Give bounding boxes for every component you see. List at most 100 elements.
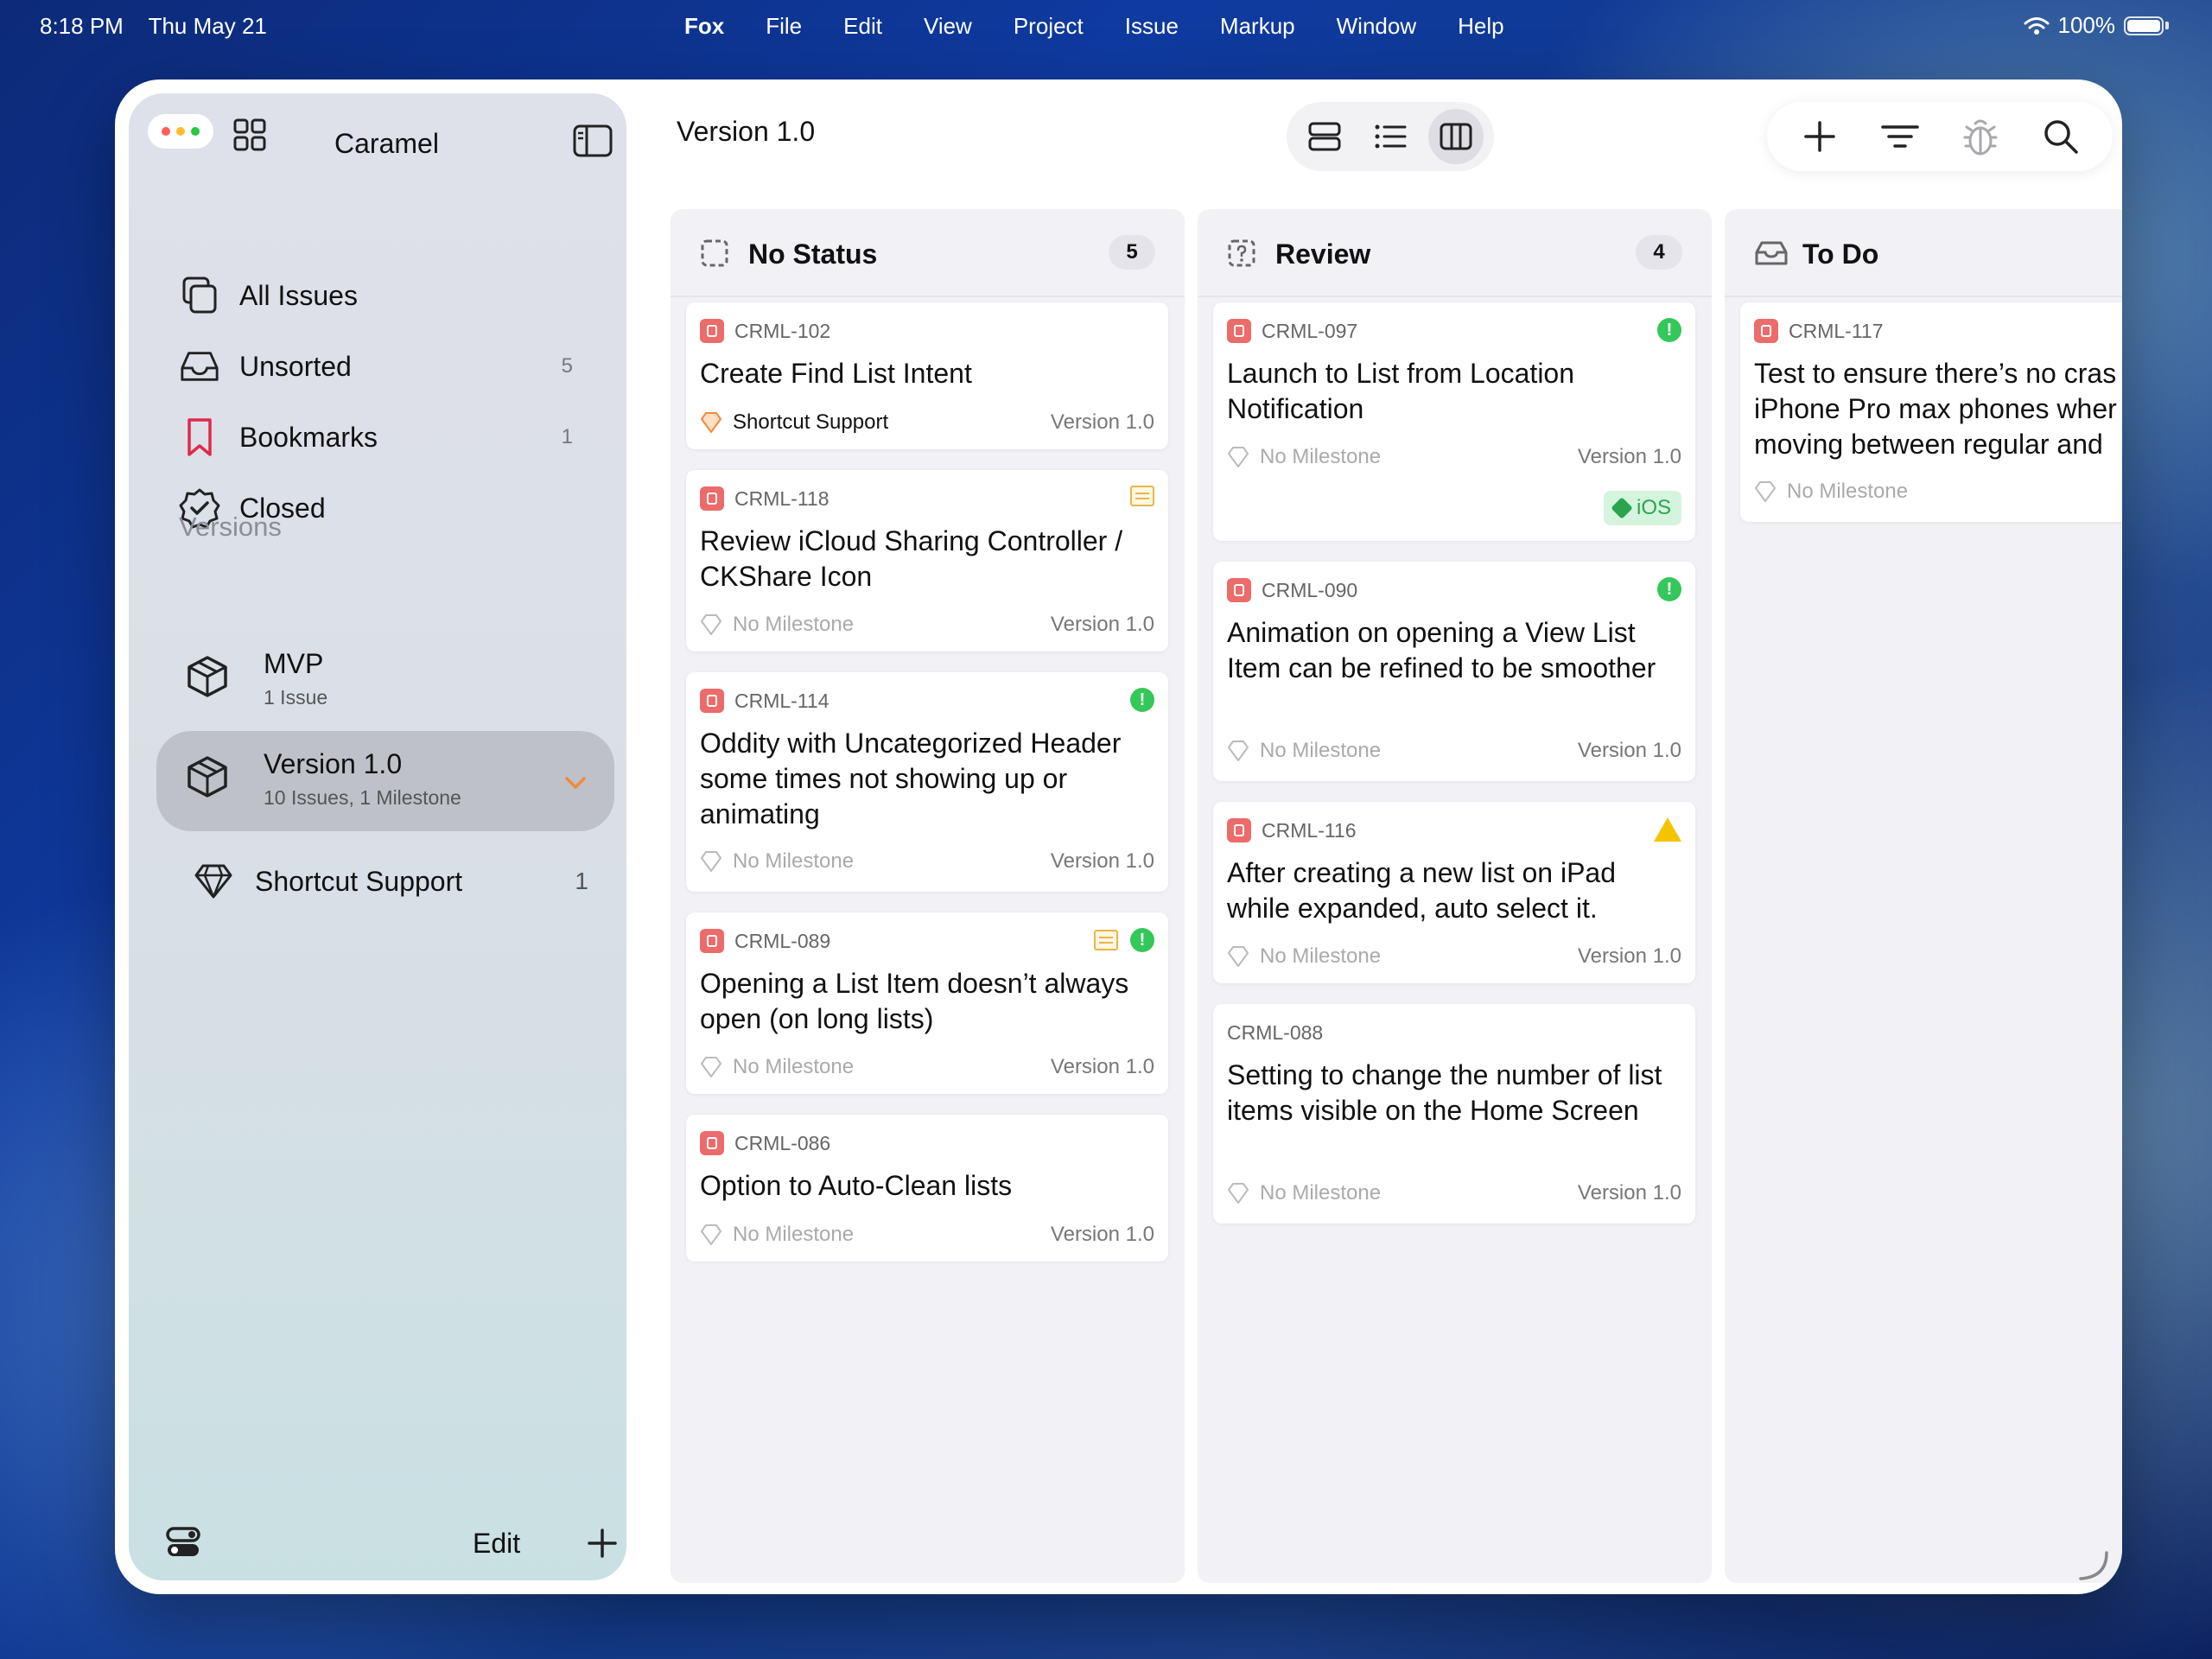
window-controls[interactable] <box>148 114 213 149</box>
issue-id: CRML-117 <box>1789 319 1884 342</box>
issue-card-crml-086[interactable]: CRML-086 Option to Auto-Clean lists No M… <box>686 1115 1168 1262</box>
chevron-down-icon[interactable] <box>564 776 587 790</box>
milestone-diamond-icon <box>701 1224 721 1245</box>
filter-button[interactable] <box>1876 112 1924 161</box>
issue-id: CRML-116 <box>1262 818 1357 842</box>
edit-button[interactable]: Edit <box>473 1528 520 1560</box>
issue-card-crml-097[interactable]: CRML-097 ! Launch to List from Location … <box>1213 302 1695 541</box>
menu-app[interactable]: Fox <box>684 13 724 40</box>
minimize-dot[interactable] <box>176 127 185 136</box>
close-dot[interactable] <box>162 127 170 136</box>
sidebar-toggle-icon[interactable] <box>573 124 613 157</box>
inbox-icon <box>179 346 220 387</box>
column-header: To Do <box>1725 209 2122 297</box>
menu-help[interactable]: Help <box>1458 13 1503 40</box>
column-header: No Status 5 <box>671 209 1185 297</box>
menu-file[interactable]: File <box>766 13 802 40</box>
toolbar-actions <box>1767 102 2113 171</box>
new-issue-button[interactable] <box>1796 112 1844 161</box>
sidebar-item-label: All Issues <box>239 279 358 311</box>
milestone-diamond-icon <box>1755 481 1776 502</box>
milestone-diamond-icon <box>701 1057 721 1077</box>
milestone-label: No Milestone <box>1260 445 1382 468</box>
bug-icon <box>1227 319 1251 343</box>
version-label: Version 1.0 <box>1577 1181 1681 1205</box>
issue-title: Opening a List Item doesn’t always open … <box>700 968 1129 1034</box>
add-icon[interactable] <box>587 1528 618 1559</box>
column-name: Review <box>1275 238 1371 270</box>
milestone-label: No Milestone <box>1260 739 1382 762</box>
toggle-settings-icon[interactable] <box>165 1524 201 1560</box>
version-label: Version 1.0 <box>1050 1223 1154 1246</box>
version-subtitle: 10 Issues, 1 Milestone <box>264 786 461 809</box>
zoom-dot[interactable] <box>191 127 200 136</box>
tray-icon <box>1755 241 1788 265</box>
menu-project[interactable]: Project <box>1014 13 1084 40</box>
question-square-icon <box>1228 239 1255 267</box>
column-count: 4 <box>1636 235 1682 270</box>
issue-card-crml-116[interactable]: CRML-116 After creating a new list on iP… <box>1213 802 1695 983</box>
issue-card-crml-090[interactable]: CRML-090 ! Animation on opening a View L… <box>1213 562 1695 781</box>
menu-window[interactable]: Window <box>1337 13 1416 40</box>
tag-icon <box>1611 497 1633 519</box>
sidebar-version-1-0[interactable]: Version 1.0 10 Issues, 1 Milestone <box>184 729 599 824</box>
version-name: MVP <box>264 648 324 679</box>
milestone-label: Shortcut Support <box>733 410 889 434</box>
sidebar-milestone-shortcut-support[interactable]: Shortcut Support 1 <box>191 855 588 907</box>
wifi-icon <box>2024 16 2049 35</box>
issue-id: CRML-090 <box>1262 578 1358 601</box>
milestone-label: Shortcut Support <box>255 865 463 897</box>
view-list-button[interactable] <box>1363 109 1418 164</box>
issue-card-crml-088[interactable]: CRML-088 Setting to change the number of… <box>1213 1004 1695 1224</box>
issue-card-crml-118[interactable]: CRML-118 Review iCloud Sharing Controlle… <box>686 470 1168 652</box>
milestone-label: No Milestone <box>733 613 855 636</box>
sidebar-item-all-issues[interactable]: All Issues <box>179 270 594 321</box>
menu-issue[interactable]: Issue <box>1125 13 1179 40</box>
version-label: Version 1.0 <box>1577 445 1681 468</box>
diamond-icon <box>191 859 236 904</box>
question-icon <box>1754 319 1778 343</box>
mic-icon <box>700 929 724 953</box>
grid-icon[interactable] <box>232 118 267 152</box>
list-icon <box>1375 124 1407 149</box>
resize-handle-icon[interactable] <box>2075 1548 2110 1582</box>
column-name: To Do <box>1802 238 1879 270</box>
bookmark-icon <box>179 416 220 458</box>
issue-card-crml-102[interactable]: CRML-102 Create Find List Intent Shortcu… <box>686 302 1168 449</box>
milestone-diamond-icon <box>701 614 721 635</box>
version-label: Version 1.0 <box>1050 1055 1154 1078</box>
issue-title: Create Find List Intent <box>700 358 972 389</box>
sidebar-item-unsorted[interactable]: Unsorted 5 <box>179 340 594 392</box>
issue-id: CRML-102 <box>734 319 831 342</box>
milestone-count: 1 <box>575 868 588 894</box>
box-icon <box>188 756 227 798</box>
milestone-label: No Milestone <box>1260 1181 1382 1205</box>
sidebar-item-bookmarks[interactable]: Bookmarks 1 <box>179 411 594 463</box>
issue-title: Launch to List from Location Notificatio… <box>1227 358 1575 424</box>
exclamation-badge-icon: ! <box>1130 928 1154 952</box>
issue-card-crml-117[interactable]: CRML-117 Test to ensure there’s no cras … <box>1740 302 2122 522</box>
version-name: Version 1.0 <box>264 748 403 779</box>
tag-ios[interactable]: iOS <box>1603 491 1681 525</box>
milestone-diamond-icon <box>1228 447 1249 467</box>
issue-id: CRML-086 <box>734 1131 831 1154</box>
menu-edit[interactable]: Edit <box>843 13 882 40</box>
battery-cap <box>2165 22 2169 29</box>
issue-card-crml-114[interactable]: CRML-114 ! Oddity with Uncategorized Hea… <box>686 672 1168 892</box>
debug-button[interactable] <box>1956 112 2005 161</box>
pin-icon <box>700 486 724 511</box>
menu-markup[interactable]: Markup <box>1220 13 1295 40</box>
tag-label: iOS <box>1636 496 1671 519</box>
menu-view[interactable]: View <box>924 13 972 40</box>
sidebar-item-label: Bookmarks <box>239 421 378 453</box>
bug-icon <box>700 1131 724 1155</box>
issue-id: CRML-097 <box>1262 319 1358 342</box>
plus-icon <box>1803 121 1835 152</box>
sidebar-version-mvp[interactable]: MVP 1 Issue <box>184 629 599 724</box>
search-button[interactable] <box>2037 112 2085 161</box>
app-window: Caramel All Issues Unsorted 5 Bookmarks … <box>115 79 2122 1594</box>
view-board-button[interactable] <box>1428 109 1484 164</box>
view-cards-button[interactable] <box>1297 109 1352 164</box>
warning-icon <box>1654 817 1681 842</box>
issue-card-crml-089[interactable]: CRML-089 ! Opening a List Item doesn’t a… <box>686 912 1168 1094</box>
